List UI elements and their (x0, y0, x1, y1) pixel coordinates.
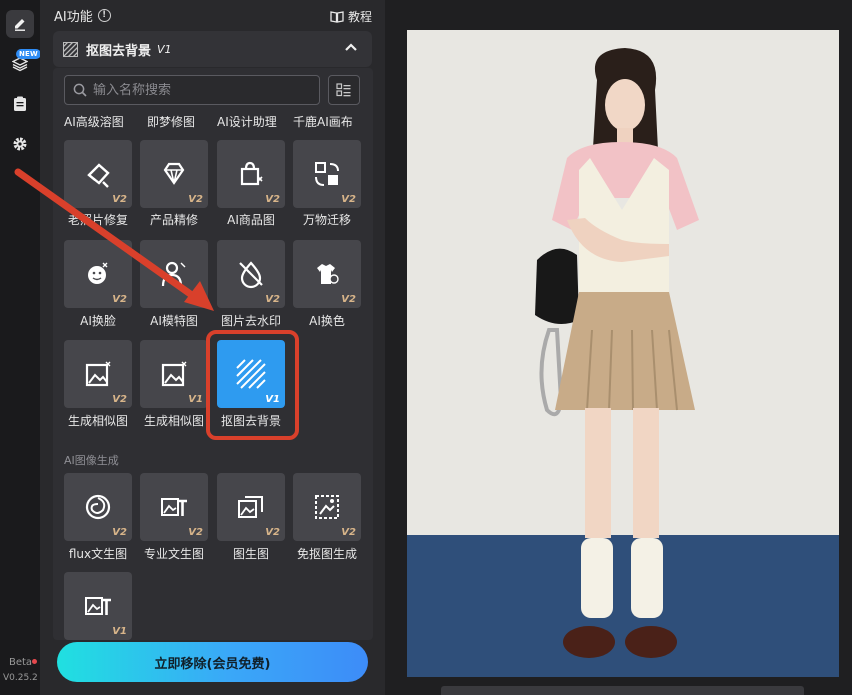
preview-image (407, 30, 839, 677)
model-photo (407, 30, 839, 677)
bottom-toolbar (441, 686, 804, 695)
remove-now-button[interactable]: 立即移除(会员免费) (57, 642, 368, 682)
